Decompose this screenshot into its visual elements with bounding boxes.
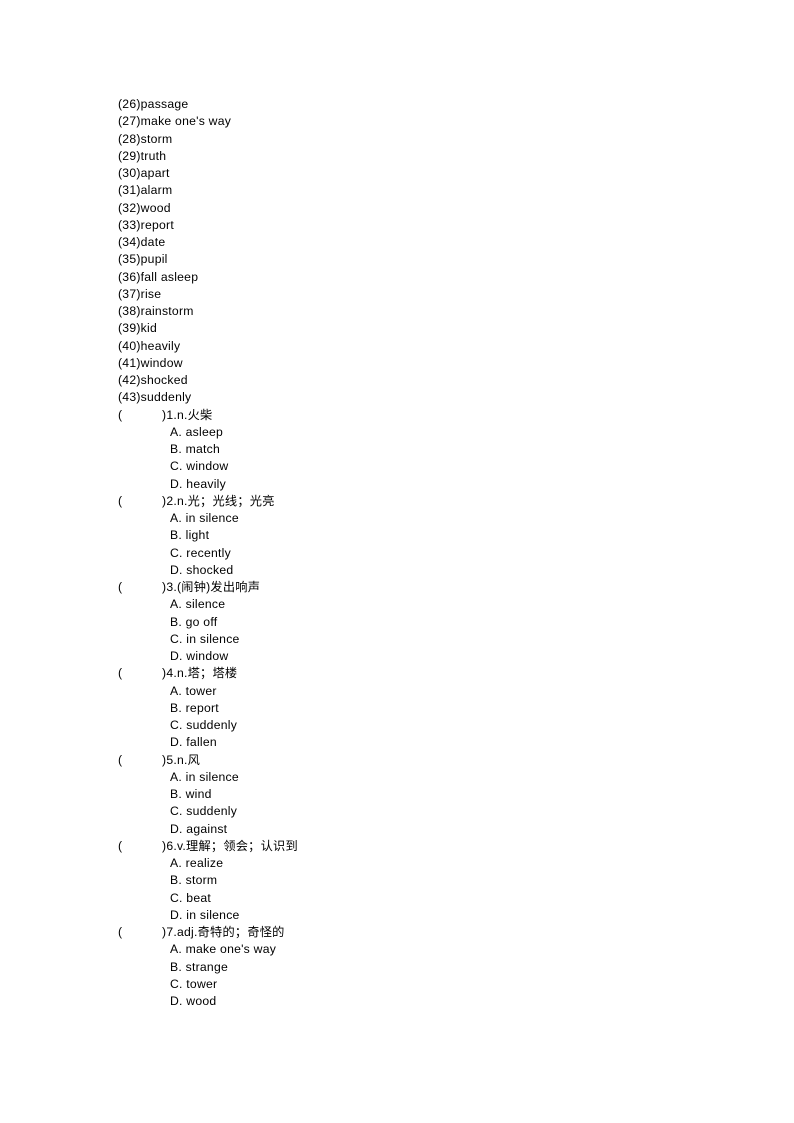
question-stem: 5.n.风: [166, 752, 201, 767]
question-stem: 1.n.火柴: [166, 407, 213, 422]
option-b[interactable]: B. report: [118, 700, 718, 717]
option-d[interactable]: D. window: [118, 648, 718, 665]
option-b[interactable]: B. storm: [118, 872, 718, 889]
question-stem: 6.v.理解；领会；认识到: [166, 838, 298, 853]
option-list: A. realize B. storm C. beat D. in silenc…: [118, 855, 718, 924]
option-c[interactable]: C. suddenly: [118, 717, 718, 734]
answer-blank-open-paren[interactable]: (: [118, 665, 162, 682]
option-a[interactable]: A. tower: [118, 683, 718, 700]
word-list-item: (26)passage: [118, 97, 189, 111]
option-b[interactable]: B. strange: [118, 959, 718, 976]
word-list-item: (34)date: [118, 235, 166, 249]
option-d[interactable]: D. in silence: [118, 907, 718, 924]
question-line[interactable]: ()6.v.理解；领会；认识到: [118, 838, 718, 855]
word-list-item: (33)report: [118, 217, 174, 232]
option-c[interactable]: C. in silence: [118, 631, 718, 648]
word-list-item: (43)suddenly: [118, 390, 192, 405]
word-list-item: (29)truth: [118, 148, 167, 163]
question-line[interactable]: ()2.n.光；光线；光亮: [118, 493, 718, 510]
word-list-item: (27)make one's way: [118, 114, 232, 129]
option-c[interactable]: C. beat: [118, 890, 718, 907]
option-a[interactable]: A. realize: [118, 855, 718, 872]
option-a[interactable]: A. silence: [118, 596, 718, 613]
word-list-item: (41)window: [118, 355, 183, 370]
vocabulary-word-list: (26)passage (27)make one's way (28)storm…: [118, 96, 718, 407]
question-block: ()3.(闹钟)发出响声 A. silence B. go off C. in …: [118, 579, 718, 665]
option-d[interactable]: D. wood: [118, 993, 718, 1010]
question-line[interactable]: ()1.n.火柴: [118, 407, 718, 424]
document-page: (26)passage (27)make one's way (28)storm…: [0, 0, 794, 1123]
option-list: A. in silence B. wind C. suddenly D. aga…: [118, 769, 718, 838]
question-block: ()1.n.火柴 A. asleep B. match C. window D.…: [118, 407, 718, 493]
option-a[interactable]: A. asleep: [118, 424, 718, 441]
option-a[interactable]: A. in silence: [118, 769, 718, 786]
option-c[interactable]: C. recently: [118, 545, 718, 562]
option-d[interactable]: D. fallen: [118, 734, 718, 751]
option-d[interactable]: D. heavily: [118, 476, 718, 493]
answer-blank-open-paren[interactable]: (: [118, 579, 162, 596]
word-list-item: (30)apart: [118, 166, 170, 180]
option-d[interactable]: D. shocked: [118, 562, 718, 579]
answer-blank-open-paren[interactable]: (: [118, 924, 162, 941]
multiple-choice-list: ()1.n.火柴 A. asleep B. match C. window D.…: [118, 407, 718, 1011]
word-list-item: (35)pupil: [118, 252, 168, 267]
word-list-item: (28)storm: [118, 131, 173, 146]
word-list-item: (36)fall asleep: [118, 269, 199, 284]
question-stem: 2.n.光；光线；光亮: [166, 493, 275, 508]
option-a[interactable]: A. in silence: [118, 510, 718, 527]
option-list: A. in silence B. light C. recently D. sh…: [118, 510, 718, 579]
question-stem: 7.adj.奇特的；奇怪的: [166, 925, 285, 939]
answer-blank-open-paren[interactable]: (: [118, 407, 162, 424]
option-c[interactable]: C. suddenly: [118, 803, 718, 820]
option-list: A. asleep B. match C. window D. heavily: [118, 424, 718, 493]
option-d[interactable]: D. against: [118, 821, 718, 838]
question-line[interactable]: ()7.adj.奇特的；奇怪的: [118, 924, 718, 941]
question-line[interactable]: ()3.(闹钟)发出响声: [118, 579, 718, 596]
answer-blank-open-paren[interactable]: (: [118, 493, 162, 510]
word-list-item: (32)wood: [118, 200, 171, 215]
option-list: A. silence B. go off C. in silence D. wi…: [118, 596, 718, 665]
question-line[interactable]: ()5.n.风: [118, 752, 718, 769]
word-list-item: (31)alarm: [118, 183, 173, 198]
option-b[interactable]: B. light: [118, 527, 718, 544]
question-block: ()4.n.塔；塔楼 A. tower B. report C. suddenl…: [118, 665, 718, 751]
question-block: ()7.adj.奇特的；奇怪的 A. make one's way B. str…: [118, 924, 718, 1010]
option-list: A. make one's way B. strange C. tower D.…: [118, 941, 718, 1010]
word-list-item: (39)kid: [118, 321, 157, 336]
question-stem: 4.n.塔；塔楼: [166, 666, 238, 681]
option-c[interactable]: C. tower: [118, 976, 718, 993]
question-block: ()2.n.光；光线；光亮 A. in silence B. light C. …: [118, 493, 718, 579]
option-list: A. tower B. report C. suddenly D. fallen: [118, 683, 718, 752]
option-b[interactable]: B. wind: [118, 786, 718, 803]
question-block: ()5.n.风 A. in silence B. wind C. suddenl…: [118, 752, 718, 838]
document-content: (26)passage (27)make one's way (28)storm…: [118, 96, 718, 1010]
question-stem: 3.(闹钟)发出响声: [166, 580, 261, 594]
word-list-item: (42)shocked: [118, 373, 188, 387]
word-list-item: (38)rainstorm: [118, 304, 194, 318]
option-b[interactable]: B. go off: [118, 614, 718, 631]
question-block: ()6.v.理解；领会；认识到 A. realize B. storm C. b…: [118, 838, 718, 924]
option-b[interactable]: B. match: [118, 441, 718, 458]
word-list-item: (37)rise: [118, 286, 162, 301]
option-a[interactable]: A. make one's way: [118, 941, 718, 958]
word-list-item: (40)heavily: [118, 338, 181, 353]
answer-blank-open-paren[interactable]: (: [118, 838, 162, 855]
answer-blank-open-paren[interactable]: (: [118, 752, 162, 769]
option-c[interactable]: C. window: [118, 458, 718, 475]
question-line[interactable]: ()4.n.塔；塔楼: [118, 665, 718, 682]
